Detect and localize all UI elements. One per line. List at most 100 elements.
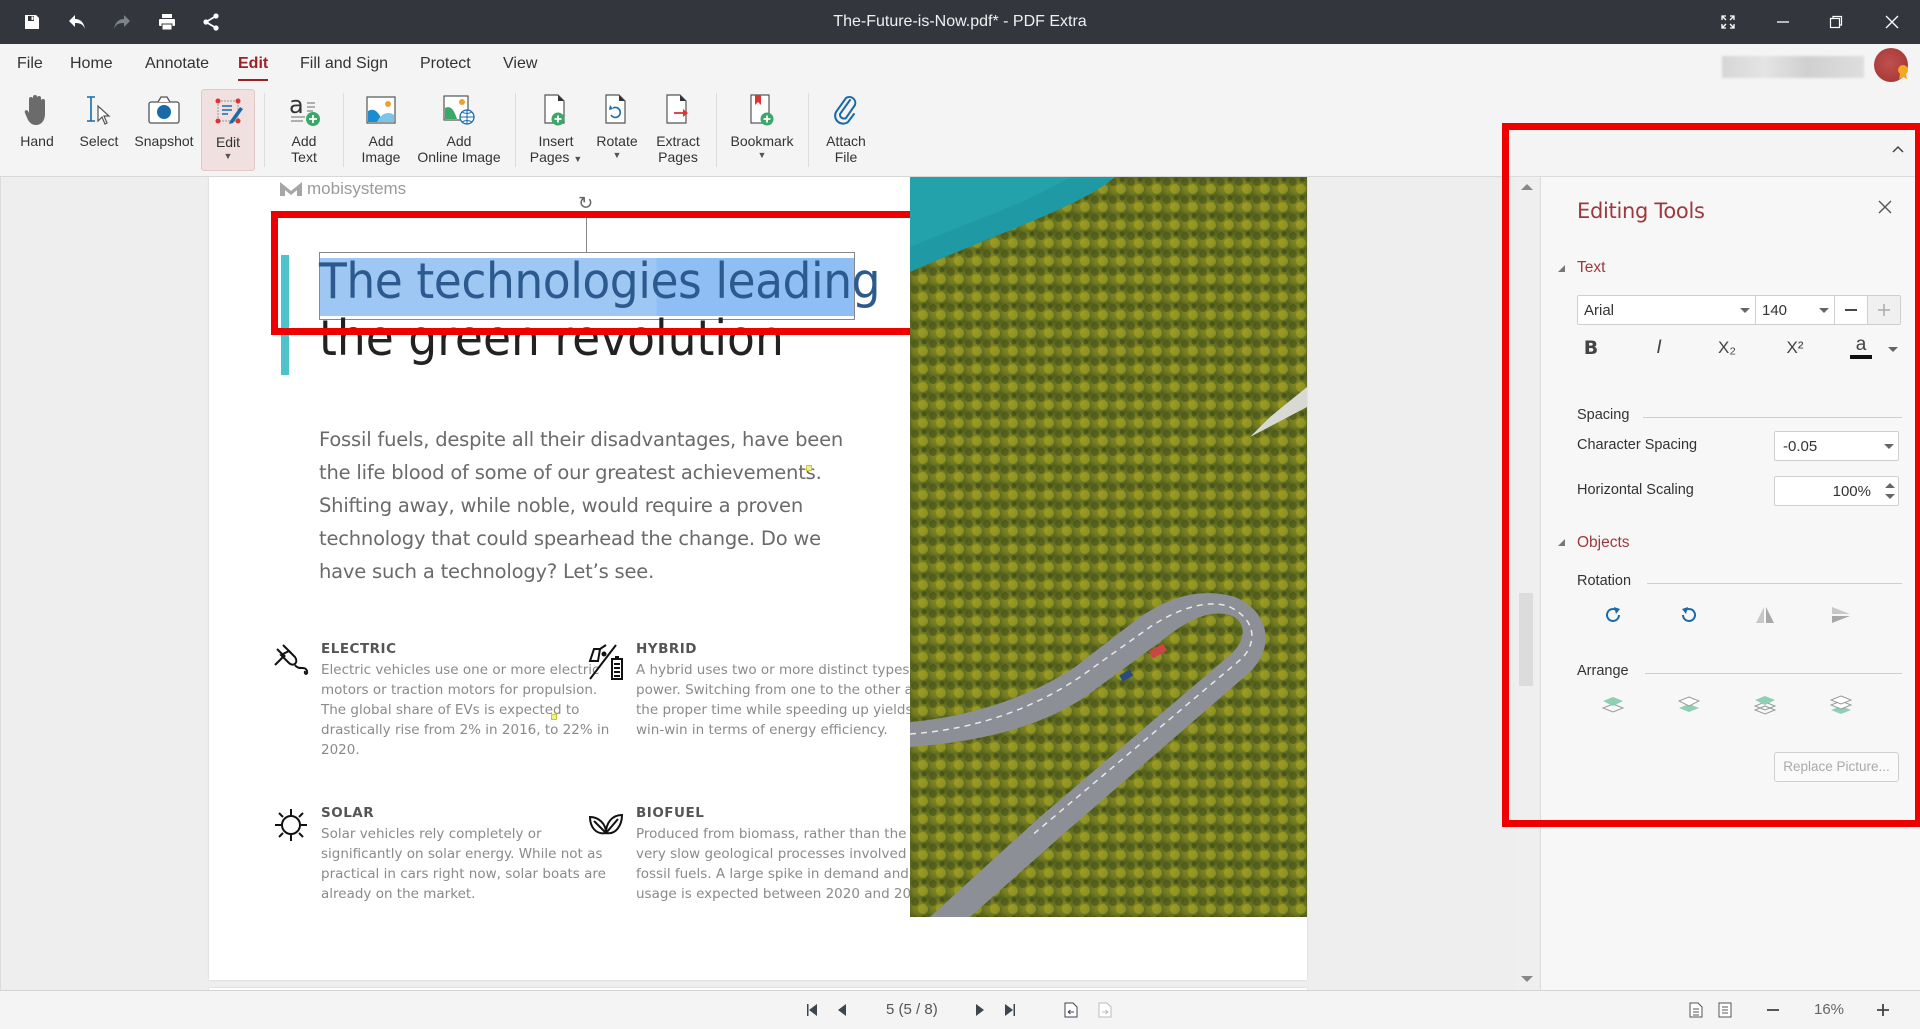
arrange-label: Arrange [1577, 663, 1629, 679]
send-to-back-icon [1678, 696, 1700, 712]
menu-annotate[interactable]: Annotate [145, 53, 209, 77]
bookmark-button[interactable]: Bookmark ▼ [728, 89, 796, 171]
font-color-glyph: a [1855, 334, 1867, 355]
attach-file-button[interactable]: Attach File [818, 89, 874, 171]
insert-pages-button[interactable]: Insert Pages ▼ [528, 89, 584, 171]
image-icon [366, 96, 396, 124]
horizontal-scaling-spinner[interactable]: 100% [1774, 476, 1899, 506]
divider [1645, 673, 1902, 674]
rotate-clockwise-button[interactable] [1593, 597, 1633, 633]
collapse-triangle-icon[interactable] [1558, 539, 1565, 546]
continuous-view-button[interactable] [1712, 991, 1738, 1029]
go-forward-button[interactable] [1092, 991, 1118, 1029]
add-online-image-button[interactable]: Add Online Image [415, 89, 503, 171]
scroll-up-arrow-icon[interactable] [1521, 184, 1533, 190]
divider [1643, 417, 1902, 418]
go-back-button[interactable] [1058, 991, 1084, 1029]
font-family-select[interactable]: Arial [1577, 295, 1755, 325]
menu-view[interactable]: View [503, 53, 537, 77]
flip-vertical-button[interactable] [1821, 597, 1861, 633]
collapse-ribbon-icon[interactable] [1891, 144, 1905, 154]
edit-marker[interactable] [806, 465, 812, 471]
previous-page-button[interactable] [828, 991, 856, 1029]
extract-pages-button[interactable]: Extract Pages [650, 89, 706, 171]
vertical-scrollbar[interactable] [1516, 177, 1538, 990]
edit-marker[interactable] [551, 714, 557, 720]
intro-paragraph[interactable]: Fossil fuels, despite all their disadvan… [319, 423, 859, 588]
edit-dropdown-icon[interactable]: ▼ [224, 150, 233, 162]
decrease-font-size-button[interactable] [1834, 295, 1868, 325]
add-text-label-1: Add [291, 133, 317, 149]
subscript-button[interactable]: X₂ [1707, 331, 1747, 365]
insert-pages-dropdown-icon[interactable]: ▼ [573, 154, 582, 164]
rotate-pages-button[interactable]: Rotate ▼ [592, 89, 642, 171]
menu-file[interactable]: File [17, 53, 43, 77]
increase-font-size-button[interactable] [1867, 295, 1901, 325]
page-indicator[interactable]: 5 (5 / 8) [886, 991, 938, 1029]
spin-up-icon[interactable] [1885, 483, 1895, 488]
pdf-page[interactable]: mobisystems ↻ The technologies leading t… [209, 177, 1307, 980]
collapse-triangle-icon[interactable] [1558, 265, 1565, 272]
undo-button[interactable] [55, 0, 99, 44]
ribbon-separator [264, 93, 265, 167]
bookmark-dropdown-icon[interactable]: ▼ [758, 149, 767, 161]
snapshot-tool-button[interactable]: Snapshot [132, 89, 196, 171]
font-color-dropdown-icon[interactable] [1888, 347, 1898, 352]
scroll-down-arrow-icon[interactable] [1521, 976, 1533, 982]
minimize-button[interactable] [1755, 0, 1811, 44]
bold-button[interactable]: B [1571, 331, 1611, 365]
add-text-button[interactable]: a Add Text [278, 89, 330, 171]
zoom-level[interactable]: 16% [1814, 991, 1844, 1029]
hand-tool-button[interactable]: Hand [12, 89, 62, 171]
superscript-button[interactable]: X² [1775, 331, 1815, 365]
font-size-select[interactable]: 140 [1755, 295, 1835, 325]
feature-biofuel[interactable]: BIOFUEL Produced from biomass, rather th… [588, 805, 936, 904]
objects-section-header[interactable]: Objects [1577, 534, 1630, 552]
redo-button[interactable] [100, 0, 144, 44]
replace-picture-button[interactable]: Replace Picture... [1774, 752, 1899, 782]
italic-button[interactable]: I [1639, 331, 1679, 365]
restore-button[interactable] [1808, 0, 1864, 44]
undo-icon [69, 15, 85, 29]
add-image-button[interactable]: Add Image [353, 89, 409, 171]
edit-tool-button[interactable]: Edit ▼ [201, 89, 255, 171]
next-page-button[interactable] [966, 991, 994, 1029]
send-backward-button[interactable] [1821, 687, 1861, 723]
aerial-road-photo[interactable] [910, 177, 1307, 917]
spin-down-icon[interactable] [1885, 494, 1895, 499]
scrollbar-thumb[interactable] [1519, 593, 1533, 686]
document-viewer[interactable]: mobisystems ↻ The technologies leading t… [0, 177, 1540, 990]
close-button[interactable] [1864, 0, 1920, 44]
ribbon-separator [716, 93, 717, 167]
send-to-back-button[interactable] [1669, 687, 1709, 723]
bring-to-front-button[interactable] [1593, 687, 1633, 723]
first-page-button[interactable] [798, 991, 826, 1029]
rotate-dropdown-icon[interactable]: ▼ [613, 149, 622, 161]
bring-forward-button[interactable] [1745, 687, 1785, 723]
close-panel-icon[interactable] [1877, 199, 1893, 215]
character-spacing-select[interactable]: -0.05 [1774, 431, 1899, 461]
title-bar: The-Future-is-Now.pdf* - PDF Extra [0, 0, 1920, 44]
feature-hybrid[interactable]: HYBRID A hybrid uses two or more distinc… [588, 641, 936, 740]
account-name-blurred[interactable] [1722, 56, 1864, 78]
single-page-view-button[interactable] [1683, 991, 1709, 1029]
print-button[interactable] [145, 0, 189, 44]
rotate-counterclockwise-button[interactable] [1669, 597, 1709, 633]
save-button[interactable] [10, 0, 54, 44]
menu-fill-and-sign[interactable]: Fill and Sign [300, 53, 388, 77]
share-button[interactable] [189, 0, 233, 44]
select-tool-button[interactable]: Select [74, 89, 124, 171]
menu-protect[interactable]: Protect [420, 53, 471, 77]
zoom-in-button[interactable] [1870, 991, 1896, 1029]
feature-electric[interactable]: ELECTRIC Electric vehicles use one or mo… [274, 641, 621, 760]
flip-horizontal-button[interactable] [1745, 597, 1785, 633]
svg-text:a: a [289, 93, 304, 119]
menu-edit[interactable]: Edit [238, 53, 269, 81]
menu-home[interactable]: Home [70, 53, 113, 77]
last-page-button[interactable] [996, 991, 1024, 1029]
zoom-out-button[interactable] [1760, 991, 1786, 1029]
text-section-header[interactable]: Text [1577, 259, 1605, 277]
feature-solar[interactable]: SOLAR Solar vehicles rely completely or … [275, 805, 621, 904]
font-color-button[interactable]: a [1841, 331, 1881, 365]
fullscreen-button[interactable] [1700, 0, 1756, 44]
